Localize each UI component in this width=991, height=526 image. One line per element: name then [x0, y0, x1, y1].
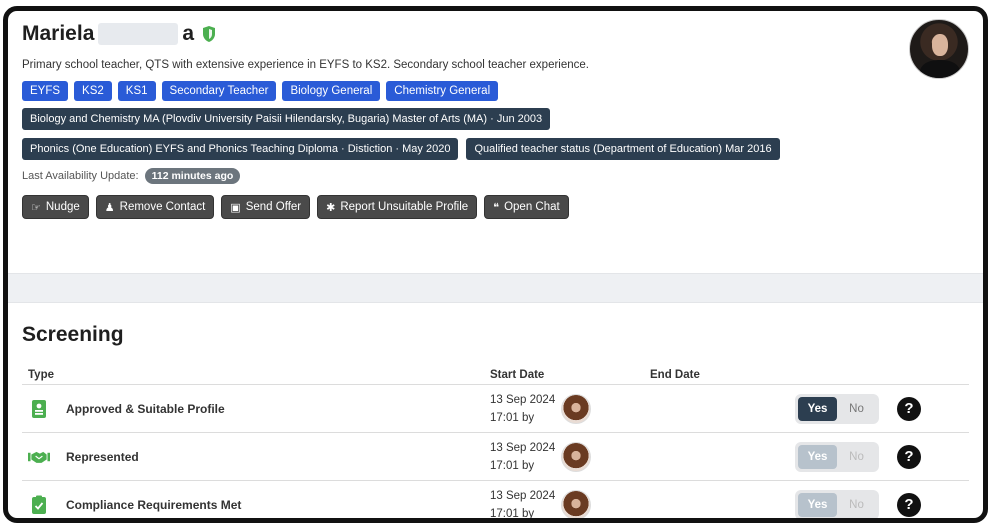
row-type-label: Compliance Requirements Met: [66, 497, 242, 512]
start-time: 17:01 by: [490, 459, 535, 472]
open-chat-button[interactable]: ❝ Open Chat: [484, 195, 569, 219]
qualification-row: Biology and Chemistry MA (Plovdiv Univer…: [22, 108, 969, 130]
shield-icon: [203, 26, 216, 42]
table-header: Type Start Date End Date: [22, 365, 969, 385]
screening-section: Screening Type Start Date End Date Appro…: [8, 311, 983, 520]
start-date-cell: 13 Sep 2024 17:01 by: [490, 487, 650, 520]
id-badge-icon: [28, 398, 50, 420]
tag-chip: KS2: [74, 81, 112, 101]
row-type-label: Represented: [66, 449, 139, 464]
yes-no-toggle: Yes No: [795, 441, 879, 472]
tag-list: EYFS KS2 KS1 Secondary Teacher Biology G…: [22, 81, 969, 101]
handshake-icon: [28, 446, 50, 468]
briefcase-icon: ▣: [230, 201, 241, 214]
tag-chip: EYFS: [22, 81, 69, 101]
remove-contact-label: Remove Contact: [119, 201, 206, 213]
qualification-list: Biology and Chemistry MA (Plovdiv Univer…: [22, 108, 969, 160]
availability-row: Last Availability Update: 112 minutes ag…: [22, 168, 969, 184]
availability-label: Last Availability Update:: [22, 170, 139, 182]
action-bar: ☞ Nudge ♟ Remove Contact ▣ Send Offer ✱ …: [22, 195, 969, 219]
table-row: Represented 13 Sep 2024 17:01 by Yes No …: [22, 433, 969, 481]
screening-title: Screening: [22, 323, 124, 346]
availability-badge: 112 minutes ago: [144, 168, 241, 184]
hand-pointer-icon: ☞: [31, 201, 41, 214]
start-date-cell: 13 Sep 2024 17:01 by: [490, 439, 650, 475]
header-end-date: End Date: [650, 368, 700, 381]
start-date-cell: 13 Sep 2024 17:01 by: [490, 391, 650, 427]
tag-chip: Biology General: [282, 81, 381, 101]
help-icon[interactable]: ?: [897, 396, 921, 421]
qualification-chip: Phonics (One Education) EYFS and Phonics…: [22, 138, 459, 160]
report-profile-button[interactable]: ✱ Report Unsuitable Profile: [317, 195, 478, 219]
header-start-date: Start Date: [490, 368, 545, 381]
profile-card: Mariela a Primary school teacher, QTS wi…: [8, 11, 983, 271]
remove-contact-button[interactable]: ♟ Remove Contact: [95, 195, 215, 219]
reviewer-avatar: [561, 441, 592, 472]
reviewer-avatar: [561, 489, 592, 518]
yes-option[interactable]: Yes: [798, 444, 837, 469]
table-row: Compliance Requirements Met 13 Sep 2024 …: [22, 481, 969, 520]
candidate-panel: Mariela a Primary school teacher, QTS wi…: [3, 6, 988, 523]
yes-option[interactable]: Yes: [798, 492, 837, 517]
yes-option[interactable]: Yes: [798, 396, 837, 421]
tag-chip: Secondary Teacher: [161, 81, 277, 101]
section-divider: [8, 273, 983, 303]
send-offer-button[interactable]: ▣ Send Offer: [221, 195, 311, 219]
bug-icon: ✱: [326, 201, 336, 214]
qualification-row: Phonics (One Education) EYFS and Phonics…: [22, 138, 969, 160]
reviewer-avatar: [561, 393, 592, 424]
tag-chip: KS1: [117, 81, 156, 101]
help-icon[interactable]: ?: [897, 492, 921, 517]
qualification-chip: Biology and Chemistry MA (Plovdiv Univer…: [22, 108, 551, 130]
no-option[interactable]: No: [837, 445, 876, 469]
candidate-first-name: Mariela: [22, 22, 95, 45]
clipboard-check-icon: [28, 494, 50, 516]
report-label: Report Unsuitable Profile: [340, 201, 469, 213]
start-time: 17:01 by: [490, 411, 535, 424]
yes-no-toggle: Yes No: [795, 489, 879, 518]
nudge-button[interactable]: ☞ Nudge: [22, 195, 89, 219]
header-type: Type: [28, 368, 54, 381]
candidate-avatar[interactable]: [909, 19, 969, 79]
name-row: Mariela a: [22, 19, 969, 49]
start-date: 13 Sep 2024: [490, 489, 556, 502]
user-remove-icon: ♟: [104, 201, 115, 214]
open-chat-label: Open Chat: [504, 201, 560, 213]
start-time: 17:01 by: [490, 507, 535, 520]
help-icon[interactable]: ?: [897, 444, 921, 469]
row-type-label: Approved & Suitable Profile: [66, 401, 225, 416]
start-date: 13 Sep 2024: [490, 441, 556, 454]
tag-chip: Chemistry General: [386, 81, 499, 101]
yes-no-toggle: Yes No: [795, 393, 879, 424]
send-offer-label: Send Offer: [245, 201, 302, 213]
qualification-chip: Qualified teacher status (Department of …: [466, 138, 780, 160]
no-option[interactable]: No: [837, 397, 876, 421]
redacted-surname: [98, 23, 179, 45]
table-row: Approved & Suitable Profile 13 Sep 2024 …: [22, 385, 969, 433]
nudge-label: Nudge: [45, 201, 80, 213]
candidate-surname-end: a: [182, 22, 195, 45]
no-option[interactable]: No: [837, 493, 876, 517]
start-date: 13 Sep 2024: [490, 393, 556, 406]
candidate-summary: Primary school teacher, QTS with extensi…: [22, 59, 589, 71]
chat-icon: ❝: [493, 201, 500, 214]
